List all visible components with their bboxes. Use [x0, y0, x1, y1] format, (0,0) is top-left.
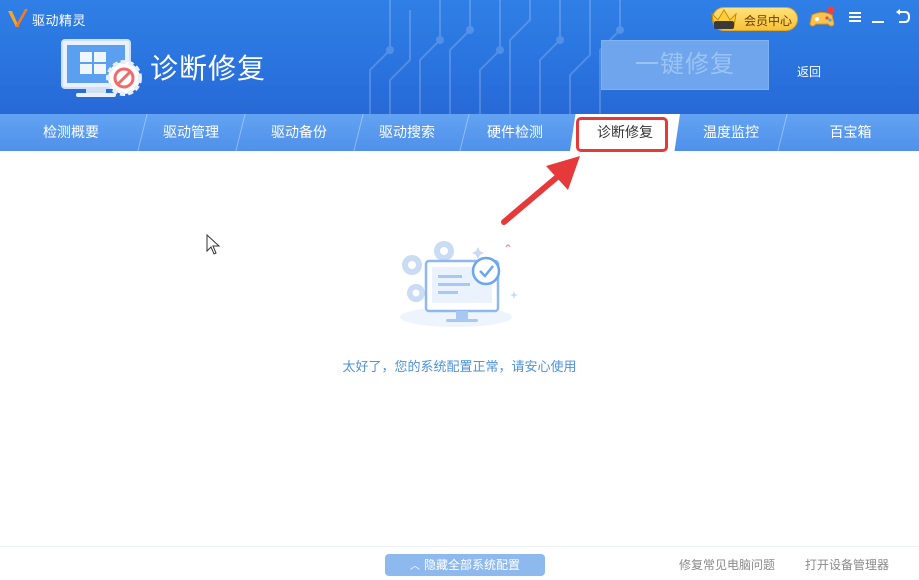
tab-diagnose-repair[interactable]: 诊断修复	[570, 114, 680, 151]
tab-toolbox[interactable]: 百宝箱	[782, 114, 919, 151]
vip-center-label: 会员中心	[744, 14, 793, 28]
chevron-up-icon: ︿	[409, 561, 420, 572]
tab-driver-search[interactable]: 驱动搜索	[358, 114, 456, 151]
tab-driver-management[interactable]: 驱动管理	[142, 114, 240, 151]
open-device-manager-link[interactable]: 打开设备管理器	[805, 556, 889, 573]
back-icon[interactable]	[893, 7, 911, 27]
tab-detection-summary[interactable]: 检测概要	[0, 114, 142, 151]
tab-driver-backup[interactable]: 驱动备份	[240, 114, 358, 151]
arrow-pointer-icon	[501, 156, 580, 225]
hide-all-config-label: 隐藏全部系统配置	[423, 558, 520, 572]
menu-icon[interactable]	[846, 7, 864, 27]
fix-common-problems-link[interactable]: 修复常见电脑问题	[679, 556, 775, 573]
vip-crown-icon	[711, 9, 737, 29]
app-logo-icon	[8, 9, 28, 27]
one-click-repair-button[interactable]: 一键修复	[601, 40, 769, 90]
footer-divider	[0, 546, 919, 547]
back-link[interactable]: 返回	[797, 63, 821, 80]
diagnose-computer-icon	[61, 39, 142, 97]
gamepad-icon[interactable]	[808, 6, 836, 30]
tab-temperature-monitor[interactable]: 温度监控	[680, 114, 782, 151]
hide-all-config-button[interactable]: ︿ 隐藏全部系统配置	[385, 554, 545, 576]
header: 驱动精灵 会员中心 诊断修复 一键修复 返回	[0, 0, 919, 114]
monitor-check-icon	[400, 241, 518, 327]
mouse-cursor-icon	[206, 234, 221, 255]
vip-center-button[interactable]: 会员中心	[711, 7, 798, 31]
app-name: 驱动精灵	[32, 13, 87, 28]
minimize-icon[interactable]	[869, 7, 887, 27]
status-message: 太好了，您的系统配置正常，请安心使用	[342, 359, 577, 374]
tab-bar: 检测概要 驱动管理 驱动备份 驱动搜索 硬件检测 诊断修复 温度监控 百宝箱	[0, 114, 919, 151]
tab-hardware-detection[interactable]: 硬件检测	[464, 114, 566, 151]
page-title: 诊断修复	[150, 53, 267, 84]
